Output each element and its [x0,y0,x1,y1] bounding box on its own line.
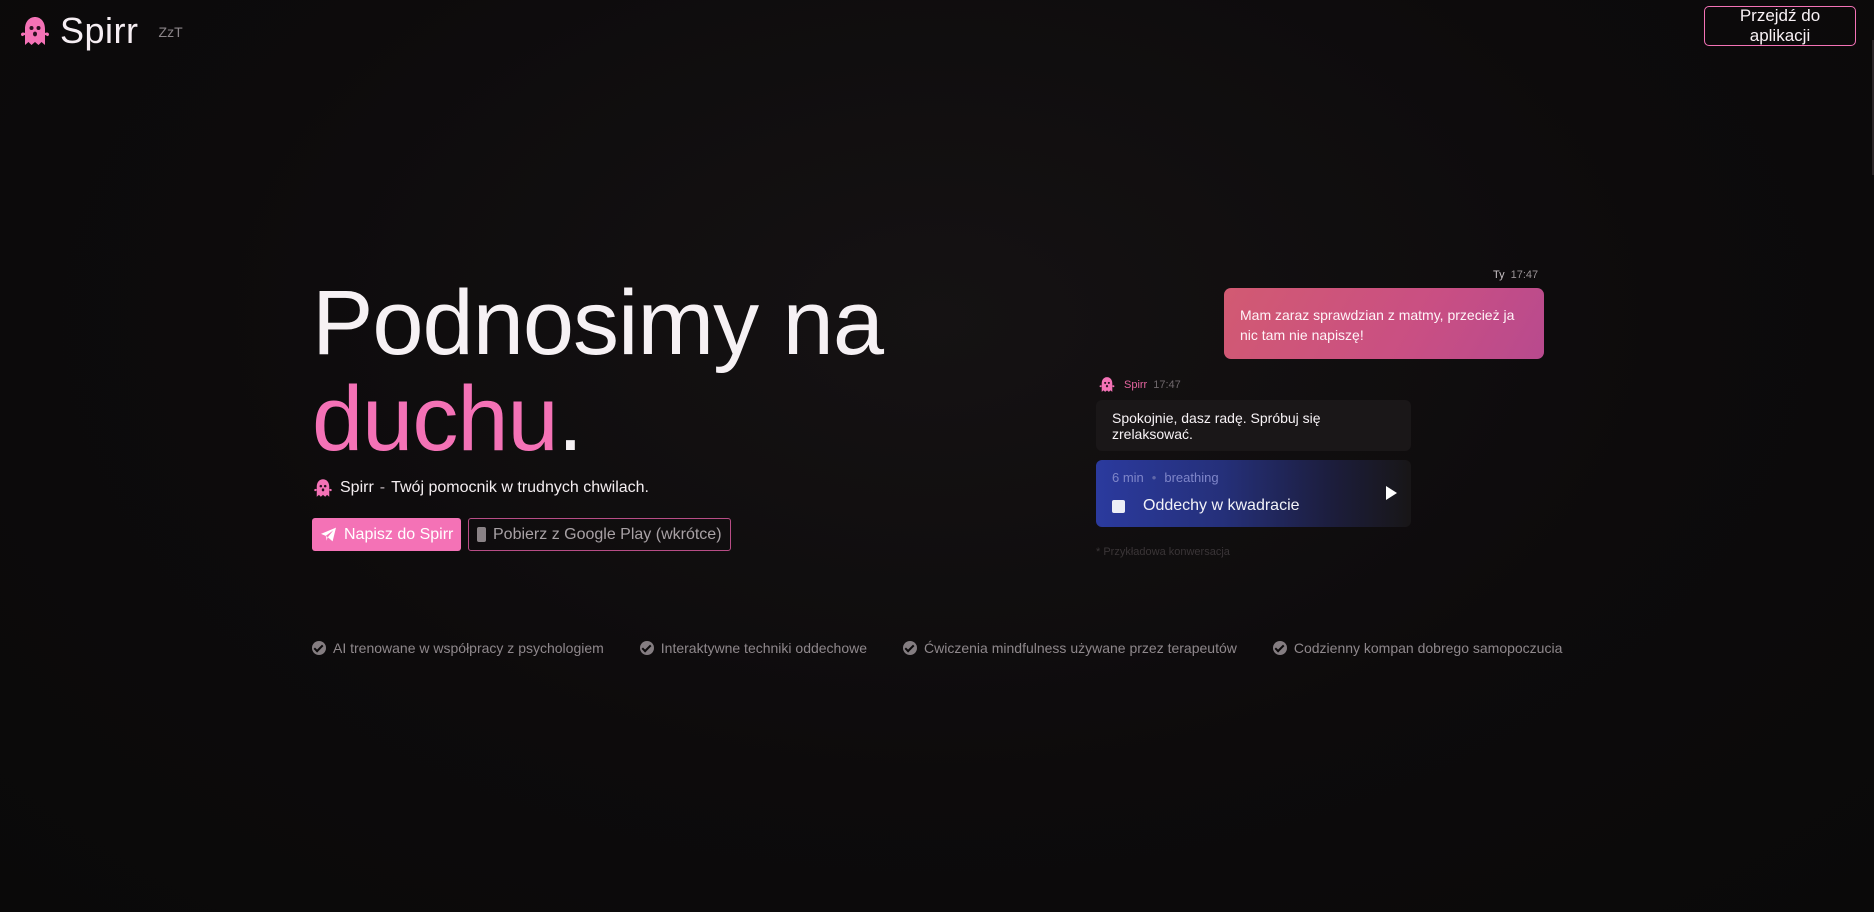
feature-text: AI trenowane w współpracy z psychologiem [333,640,604,656]
tagline-brand: Spirr [340,479,374,496]
feature-item: AI trenowane w współpracy z psychologiem [312,640,604,656]
write-to-spirr-button[interactable]: Napisz do Spirr [312,518,462,551]
check-circle-icon [1272,641,1287,655]
hero-title-line1: Podnosimy na [312,272,884,374]
bot-message-time: 17:47 [1153,378,1181,391]
feature-item: Codzienny kompan dobrego samopoczucia [1272,640,1563,656]
tagline-text: Twój pomocnik w trudnych chwilach. [391,479,649,496]
ghost-icon [314,479,332,497]
landing-page: Spirr ZzT Przejdź do aplikacji Podnosimy… [0,0,1874,912]
exercise-duration: 6 min [1112,470,1144,485]
tagline-separator: - [379,479,386,496]
logo[interactable]: Spirr ZzT [18,10,183,52]
hero-title: Podnosimy na duchu. [312,272,884,470]
exercise-title-row: Oddechy w kwadracie [1112,497,1395,515]
hero-title-period: . [557,368,584,470]
bot-message-meta: Spirr 17:47 [1098,376,1181,393]
go-to-app-button[interactable]: Przejdź do aplikacji [1704,6,1856,46]
bot-message-bubble: Spokojnie, dasz radę. Spróbuj się zrelak… [1096,400,1411,451]
check-circle-icon [903,641,918,655]
ghost-avatar-icon [1099,377,1115,392]
hero-title-accent: duchu [312,368,559,470]
exercise-meta-dot: • [1151,470,1157,485]
user-message-time: 17:47 [1510,269,1539,281]
bot-name: Spirr [1124,378,1148,391]
google-play-button[interactable]: Pobierz z Google Play (wkrótce) [468,518,731,551]
google-play-label: Pobierz z Google Play (wkrótce) [493,525,722,543]
feature-text: Interaktywne techniki oddechowe [660,640,868,656]
exercise-category: breathing [1164,470,1219,485]
user-message-meta: Ty 17:47 [1493,269,1538,281]
feature-item: Interaktywne techniki oddechowe [639,640,868,656]
brand-name: Spirr [60,10,139,51]
paper-plane-icon [321,527,336,542]
exercise-card[interactable]: 6 min • breathing Oddechy w kwadracie [1096,460,1411,527]
play-icon[interactable] [1386,486,1397,500]
brand-subtitle: ZzT [158,24,183,40]
sample-conversation-note: * Przykładowa konwersacja [1096,546,1230,558]
feature-item: Ćwiczenia mindfulness używane przez tera… [903,640,1237,656]
exercise-title: Oddechy w kwadracie [1143,497,1300,514]
feature-text: Codzienny kompan dobrego samopoczucia [1293,640,1563,656]
square-icon [1112,499,1125,513]
phone-icon [477,527,486,542]
user-name: Ty [1493,269,1505,281]
check-circle-icon [312,641,326,655]
check-circle-icon [639,641,654,655]
tagline: Spirr - Twój pomocnik w trudnych chwilac… [312,478,649,498]
exercise-meta: 6 min • breathing [1112,470,1395,485]
ghost-logo-icon [21,17,49,45]
write-to-spirr-label: Napisz do Spirr [344,525,454,543]
features-list: AI trenowane w współpracy z psychologiem… [312,640,1598,656]
user-message-bubble: Mam zaraz sprawdzian z matmy, przecież j… [1224,288,1544,359]
feature-text: Ćwiczenia mindfulness używane przez tera… [924,640,1237,656]
